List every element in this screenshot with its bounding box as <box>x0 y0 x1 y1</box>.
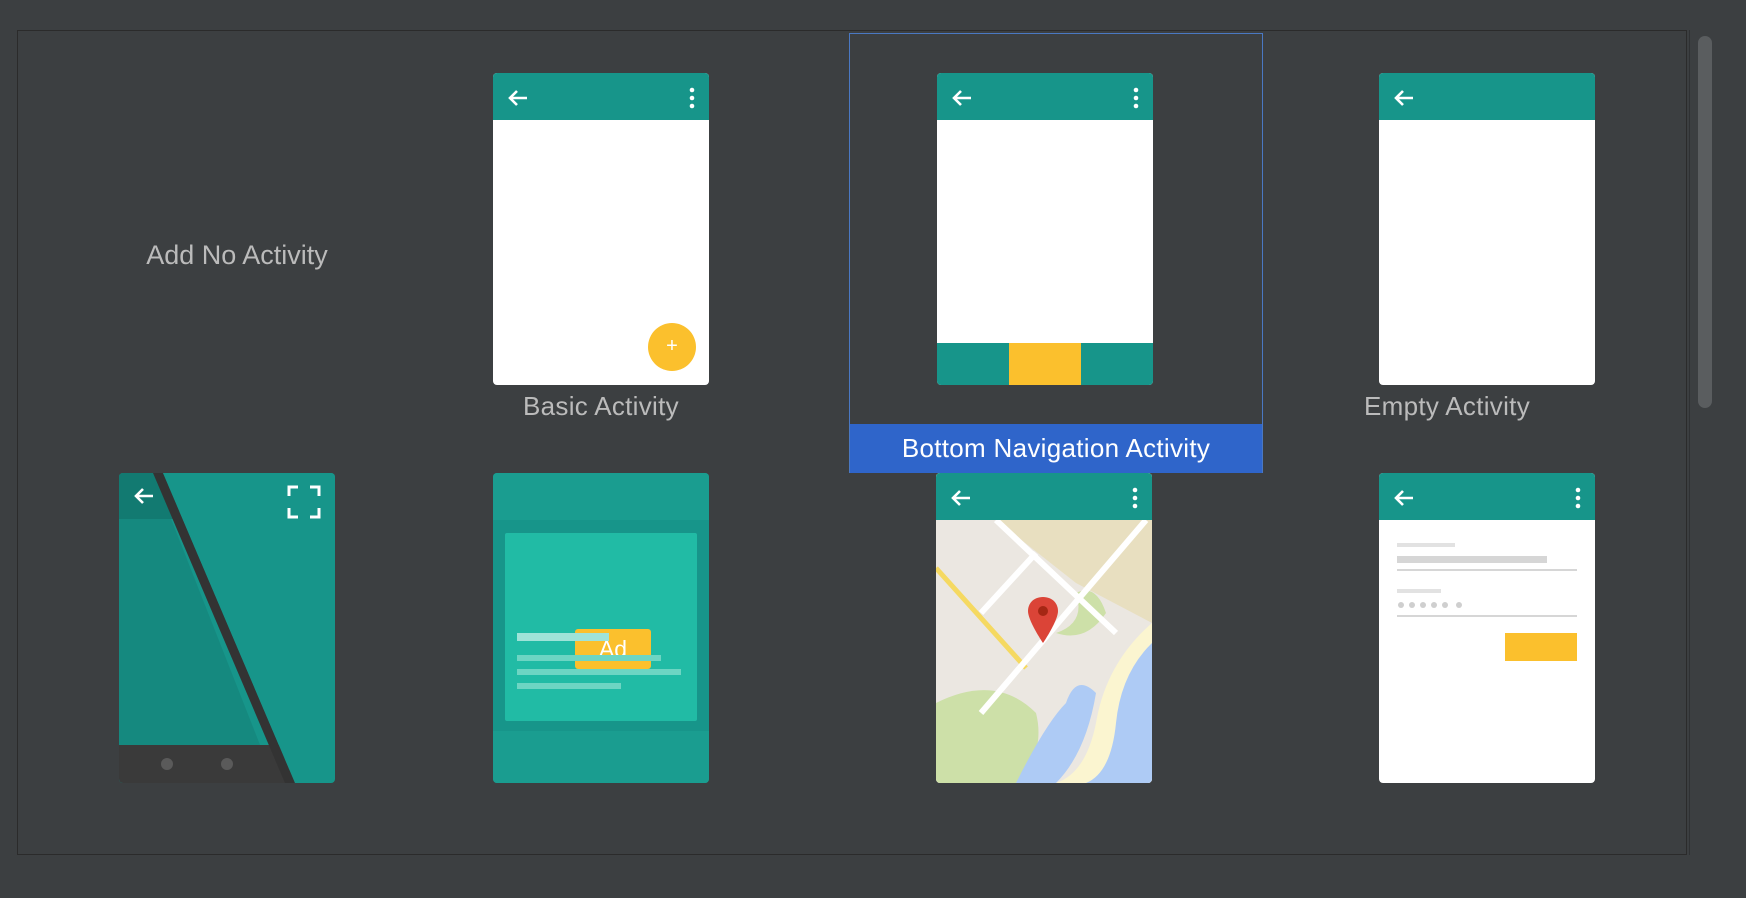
fullscreen-illustration <box>119 473 335 783</box>
overflow-menu-icon <box>1575 487 1581 509</box>
email-field-placeholder <box>1397 556 1547 563</box>
empty-activity-preview <box>1379 73 1595 385</box>
bottom-nav-active-item <box>1009 343 1081 385</box>
tile-google-maps-activity[interactable] <box>849 471 1263 856</box>
placeholder-line <box>517 683 621 689</box>
vertical-scrollbar[interactable] <box>1689 30 1719 855</box>
tile-empty-activity[interactable]: Empty Activity <box>1261 35 1633 429</box>
overflow-menu-icon <box>1132 487 1138 509</box>
tile-fullscreen-activity[interactable] <box>51 471 423 856</box>
login-preview <box>1379 473 1595 783</box>
tile-bottom-navigation-activity[interactable]: Bottom Navigation Activity <box>849 33 1263 473</box>
field-label-placeholder <box>1397 543 1455 547</box>
ad-card: Ad <box>505 533 697 721</box>
sign-in-button-placeholder <box>1505 633 1577 661</box>
app-bar <box>1379 473 1595 520</box>
field-label-placeholder <box>1397 589 1441 593</box>
placeholder-line <box>517 669 681 675</box>
bottom-nav-bar <box>937 343 1153 385</box>
tile-basic-activity[interactable]: + Basic Activity <box>415 35 787 429</box>
fullscreen-preview <box>119 473 335 783</box>
activity-gallery: Add No Activity + Basic Activity Bottom … <box>17 30 1687 855</box>
password-dots <box>1398 602 1462 608</box>
back-arrow-icon <box>951 490 970 506</box>
overflow-menu-icon <box>689 87 695 109</box>
placeholder-line <box>517 633 609 641</box>
tile-login-activity[interactable] <box>1261 471 1633 856</box>
back-arrow-icon <box>952 90 971 106</box>
field-underline <box>1397 615 1577 617</box>
bottom-area <box>493 731 709 783</box>
field-underline <box>1397 569 1577 571</box>
app-bar <box>936 473 1152 520</box>
map-pin-icon <box>1028 597 1058 643</box>
admob-preview: Ad <box>493 473 709 783</box>
app-bar <box>1379 73 1595 120</box>
tile-add-no-activity[interactable]: Add No Activity <box>51 35 423 429</box>
basic-activity-preview: + <box>493 73 709 385</box>
scrollbar-thumb[interactable] <box>1698 36 1712 408</box>
back-arrow-icon <box>508 90 527 106</box>
app-bar <box>937 73 1153 120</box>
tile-label: Bottom Navigation Activity <box>850 424 1262 473</box>
tile-label: Add No Activity <box>146 240 328 270</box>
fab-add-icon: + <box>648 323 696 371</box>
maps-preview <box>936 473 1152 783</box>
back-arrow-icon <box>1394 490 1413 506</box>
back-arrow-icon <box>1394 90 1413 106</box>
fullscreen-expand-icon <box>287 485 321 519</box>
app-bar <box>493 473 709 520</box>
placeholder-line <box>517 655 661 661</box>
overflow-menu-icon <box>1133 87 1139 109</box>
tile-label: Empty Activity <box>1363 391 1530 421</box>
tile-label: Basic Activity <box>523 391 679 421</box>
bottom-navigation-preview <box>937 73 1153 385</box>
back-arrow-icon <box>134 488 153 504</box>
app-bar <box>493 73 709 120</box>
tile-admob-activity[interactable]: Ad <box>415 471 787 856</box>
